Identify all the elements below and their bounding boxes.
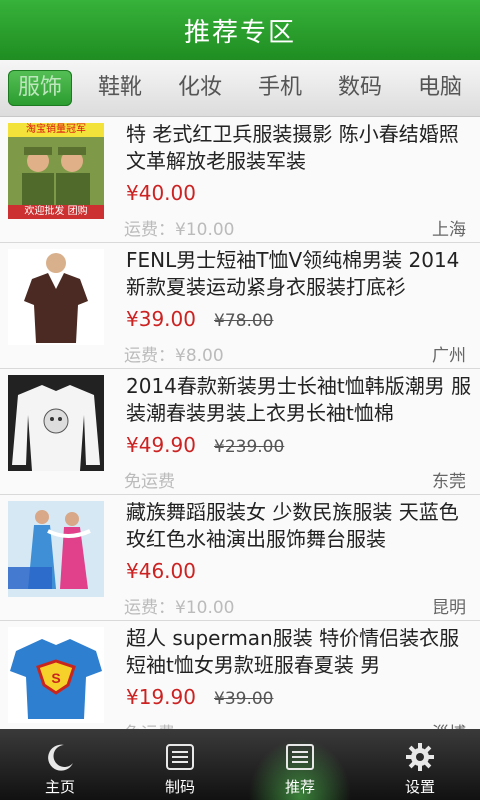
product-item[interactable]: S 超人 superman服装 特价情侣装衣服 短袖t恤女男款班服春夏装 男 ¥… — [0, 621, 480, 729]
page-title: 推荐专区 — [183, 17, 296, 48]
tab-clothing[interactable]: 服饰 — [8, 70, 72, 106]
nav-home[interactable]: 主页 — [0, 729, 120, 800]
svg-text:S: S — [51, 670, 60, 686]
product-price: ¥49.90 — [126, 433, 196, 457]
tab-computers[interactable]: 电脑 — [408, 70, 472, 106]
gear-icon — [406, 743, 434, 771]
shipping-fee: 免运费 — [124, 472, 175, 492]
product-thumbnail: S — [8, 627, 104, 723]
thumbnail-banner-top: 淘宝销量冠军 — [26, 124, 86, 135]
seller-location: 广州 — [432, 346, 466, 366]
product-item[interactable]: 2014春款新装男士长袖t恤韩版潮男 服装潮春装男装上衣男长袖t恤棉 ¥49.9… — [0, 369, 480, 495]
list-card-icon — [286, 744, 314, 770]
seller-location: 东莞 — [432, 472, 466, 492]
tab-digital[interactable]: 数码 — [328, 70, 392, 106]
shipping-fee: 运费：¥10.00 — [124, 598, 235, 618]
original-price: ¥239.00 — [214, 437, 285, 457]
seller-location: 上海 — [432, 220, 466, 240]
shipping-fee: 免运费 — [124, 719, 175, 729]
product-thumbnail — [8, 375, 104, 471]
nav-recommend[interactable]: 推荐 — [240, 729, 360, 800]
product-price: ¥39.00 — [126, 307, 196, 331]
product-thumbnail: 淘宝销量冠军 欢迎批发 团购 — [8, 123, 104, 219]
title-bar: 推荐专区 — [0, 0, 480, 61]
nav-label: 推荐 — [284, 778, 315, 796]
product-name[interactable]: 2014春款新装男士长袖t恤韩版潮男 服装潮春装男装上衣男长袖t恤棉 — [126, 373, 476, 427]
product-name[interactable]: 超人 superman服装 特价情侣装衣服 短袖t恤女男款班服春夏装 男 — [126, 625, 476, 679]
product-price: ¥19.90 — [126, 685, 196, 709]
thumbnail-banner-bottom: 欢迎批发 团购 — [24, 206, 88, 217]
seller-location: 淄博 — [432, 719, 466, 729]
shipping-fee: 运费：¥8.00 — [124, 346, 224, 366]
product-name[interactable]: 藏族舞蹈服装女 少数民族服装 天蓝色 玫红色水袖演出服饰舞台服装 — [126, 499, 476, 553]
moon-icon — [48, 744, 73, 771]
product-thumbnail — [8, 249, 104, 345]
nav-settings[interactable]: 设置 — [360, 729, 480, 800]
product-item[interactable]: 淘宝销量冠军 欢迎批发 团购 特 老式红卫兵服装摄影 陈小春结婚照 文革解放老服… — [0, 117, 480, 243]
original-price: ¥39.00 — [214, 689, 274, 709]
original-price: ¥78.00 — [214, 311, 274, 331]
product-thumbnail — [8, 501, 104, 597]
barcode-card-icon — [166, 744, 194, 770]
product-price: ¥40.00 — [126, 181, 196, 205]
seller-location: 昆明 — [432, 598, 466, 618]
product-name[interactable]: FENL男士短袖T恤V领纯棉男装 2014新款夏装运动紧身衣服装打底衫 — [126, 247, 476, 301]
product-list[interactable]: 淘宝销量冠军 欢迎批发 团购 特 老式红卫兵服装摄影 陈小春结婚照 文革解放老服… — [0, 117, 480, 729]
shipping-fee: 运费：¥10.00 — [124, 220, 235, 240]
nav-make-code[interactable]: 制码 — [120, 729, 240, 800]
tab-shoes[interactable]: 鞋靴 — [88, 70, 152, 106]
tab-cosmetics[interactable]: 化妆 — [168, 70, 232, 106]
category-tabs: 服饰 鞋靴 化妆 手机 数码 电脑 — [0, 60, 480, 117]
tab-phones[interactable]: 手机 — [248, 70, 312, 106]
product-price: ¥46.00 — [126, 559, 196, 583]
bottom-navigation: 主页 制码 推荐 设置 — [0, 729, 480, 800]
nav-label: 设置 — [404, 778, 435, 796]
nav-label: 主页 — [44, 778, 75, 796]
product-item[interactable]: 藏族舞蹈服装女 少数民族服装 天蓝色 玫红色水袖演出服饰舞台服装 ¥46.00 … — [0, 495, 480, 621]
nav-label: 制码 — [164, 778, 195, 796]
product-name[interactable]: 特 老式红卫兵服装摄影 陈小春结婚照 文革解放老服装军装 — [126, 121, 476, 175]
product-item[interactable]: FENL男士短袖T恤V领纯棉男装 2014新款夏装运动紧身衣服装打底衫 ¥39.… — [0, 243, 480, 369]
